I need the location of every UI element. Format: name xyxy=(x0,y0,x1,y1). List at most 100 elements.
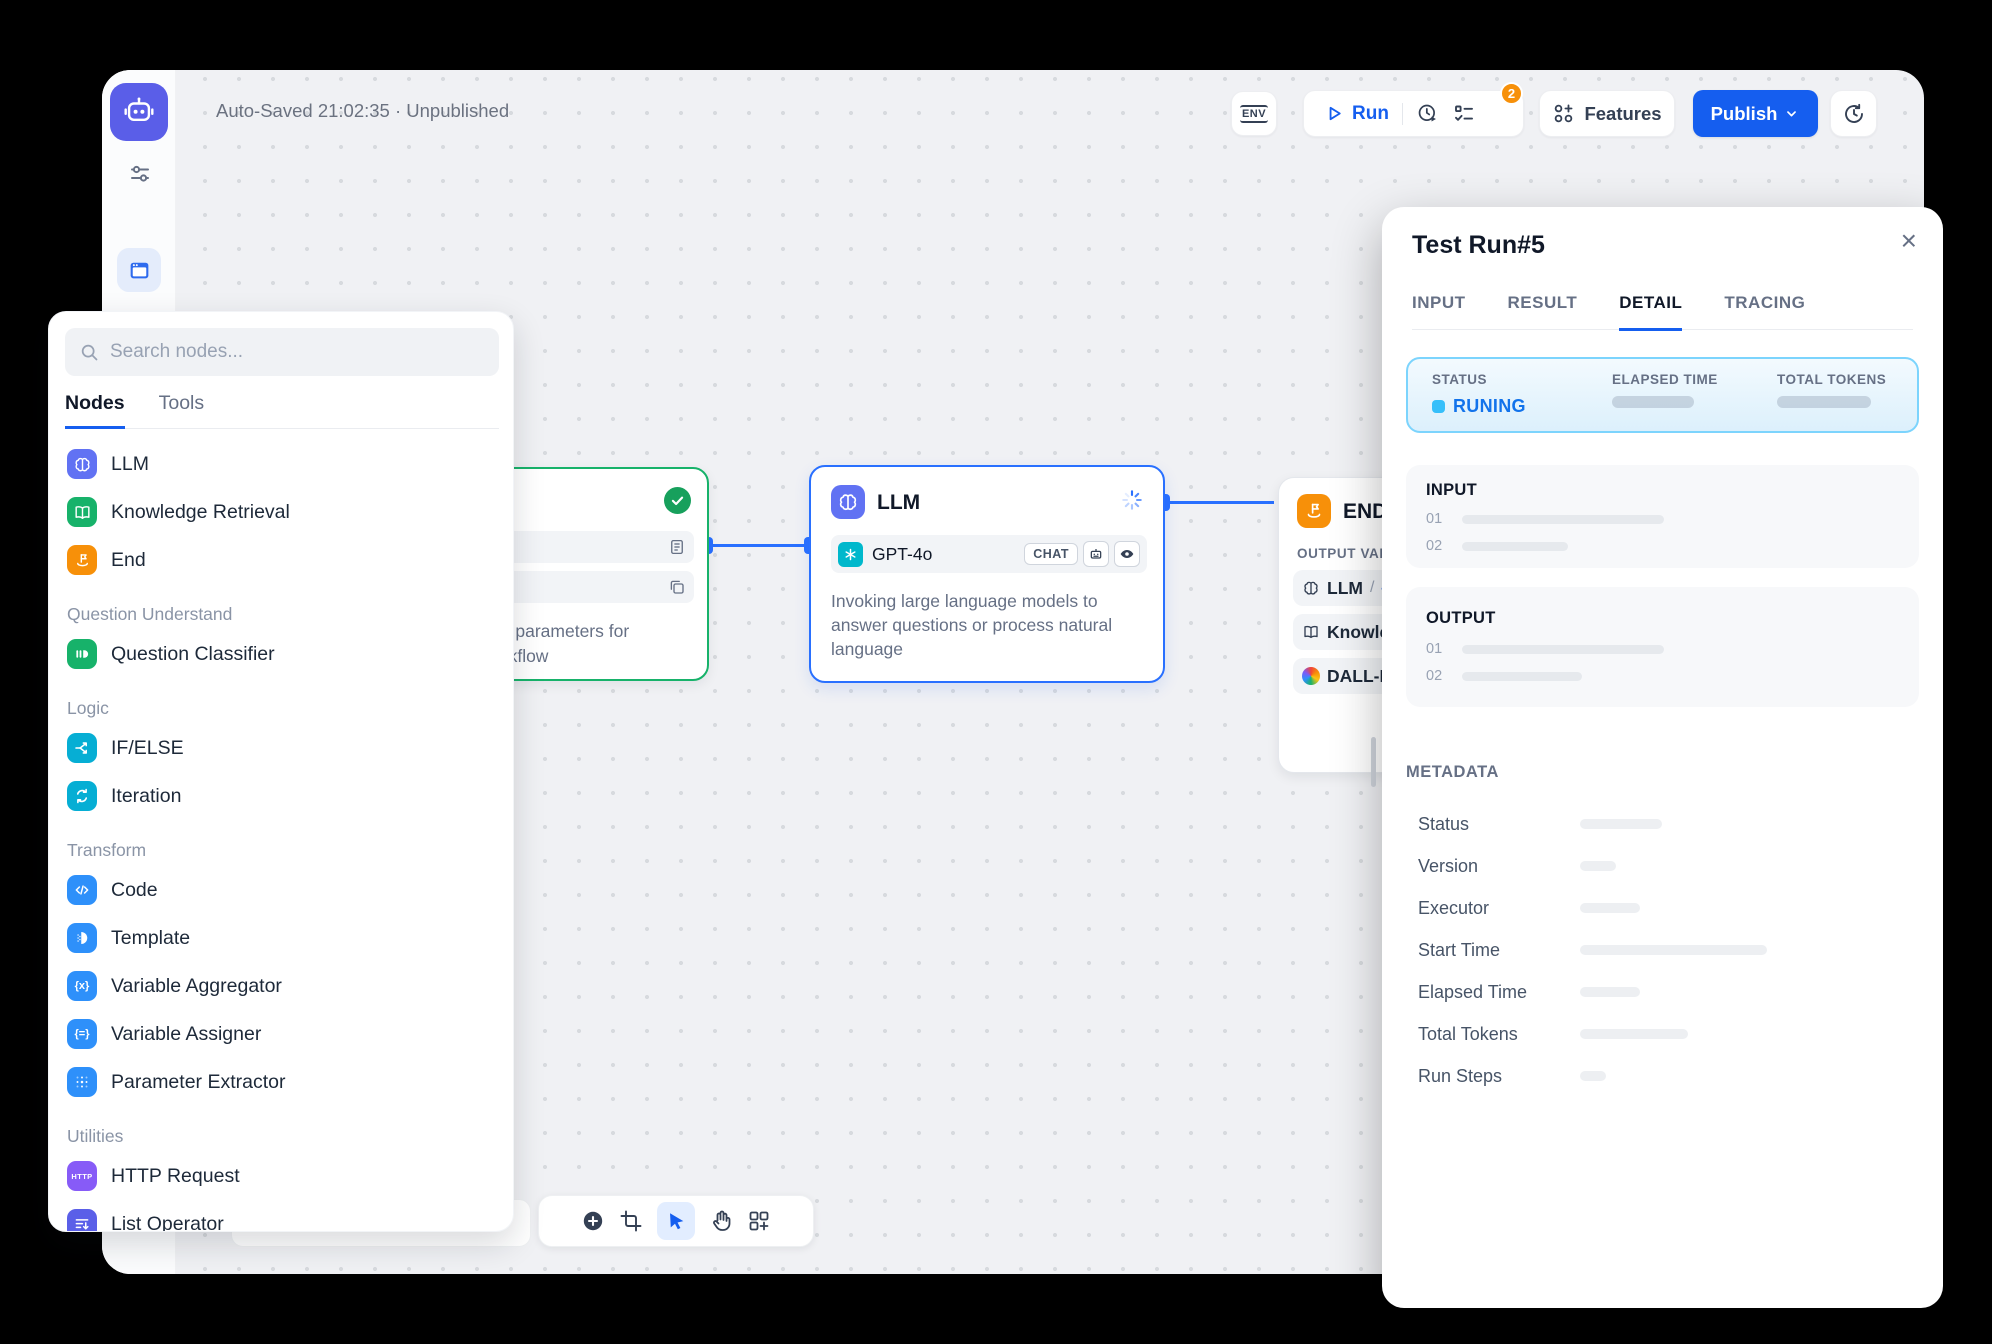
pointer-tool-active[interactable] xyxy=(657,1202,695,1240)
canvas-toolbar xyxy=(538,1195,814,1247)
node-item-code[interactable]: Code xyxy=(49,866,513,914)
search-input[interactable] xyxy=(108,340,485,364)
run-toolbar-group: Run 2 xyxy=(1303,90,1524,137)
metadata-row: Start Time xyxy=(1406,929,1919,971)
loading-spinner-icon xyxy=(1121,489,1143,511)
llm-node-title: LLM xyxy=(877,491,920,515)
row-number: 01 xyxy=(1426,641,1462,657)
close-icon[interactable]: × xyxy=(1901,227,1917,255)
tab-nodes[interactable]: Nodes xyxy=(65,392,125,429)
running-status-dot xyxy=(1432,400,1445,413)
model-name: GPT-4o xyxy=(872,544,932,565)
node-item-if-else[interactable]: IF/ELSE xyxy=(49,724,513,772)
brain-icon xyxy=(1302,579,1320,597)
placeholder-bar xyxy=(1462,645,1664,654)
chevron-down-icon xyxy=(1783,105,1800,122)
node-item-parameter-extractor[interactable]: Parameter Extractor xyxy=(49,1058,513,1106)
run-button[interactable]: Run xyxy=(1352,103,1389,125)
placeholder-bar xyxy=(1580,987,1640,997)
metadata-label: Run Steps xyxy=(1418,1066,1580,1087)
metadata-row: Status xyxy=(1406,803,1919,845)
node-item-knowledge-retrieval[interactable]: Knowledge Retrieval xyxy=(49,488,513,536)
play-icon[interactable] xyxy=(1324,103,1345,124)
vision-eye-icon[interactable] xyxy=(1114,541,1140,567)
placeholder-bar xyxy=(1580,903,1640,913)
app-logo-robot-icon[interactable] xyxy=(110,83,168,141)
book-icon xyxy=(67,497,97,527)
organize-layout-icon[interactable] xyxy=(747,1209,771,1233)
node-item-label: Code xyxy=(111,879,158,902)
node-item-variable-assigner[interactable]: {=} Variable Assigner xyxy=(49,1010,513,1058)
node-item-list-operator[interactable]: List Operator xyxy=(49,1200,513,1232)
tab-tools[interactable]: Tools xyxy=(159,392,205,428)
search-box[interactable] xyxy=(65,328,499,376)
output-card: OUTPUT 01 02 xyxy=(1406,587,1919,707)
node-item-label: List Operator xyxy=(111,1213,224,1233)
node-item-label: Knowledge Retrieval xyxy=(111,501,290,524)
node-search-panel: Nodes Tools LLM Knowledge Retrieval End … xyxy=(48,311,514,1232)
tab-tracing[interactable]: TRACING xyxy=(1724,293,1805,329)
llm-node[interactable]: LLM GPT-4o CHAT Invoking large language … xyxy=(809,465,1165,683)
env-button[interactable]: ENV xyxy=(1231,91,1277,136)
node-item-question-classifier[interactable]: Question Classifier xyxy=(49,630,513,678)
panel-window-icon[interactable] xyxy=(117,248,161,292)
braces-equals-icon: {=} xyxy=(67,1019,97,1049)
placeholder-bar xyxy=(1462,515,1664,524)
section-transform: Transform xyxy=(49,834,513,866)
node-item-http-request[interactable]: HTTP HTTP Request xyxy=(49,1152,513,1200)
node-item-label: Template xyxy=(111,927,190,950)
metadata-label: Start Time xyxy=(1418,940,1580,961)
metadata-label: Executor xyxy=(1418,898,1580,919)
metadata-label: Elapsed Time xyxy=(1418,982,1580,1003)
metadata-row: Total Tokens xyxy=(1406,1013,1919,1055)
brain-icon xyxy=(67,449,97,479)
annotation-crop-icon[interactable] xyxy=(619,1209,643,1233)
placeholder-bar xyxy=(1580,1029,1688,1039)
node-item-variable-aggregator[interactable]: {x} Variable Aggregator xyxy=(49,962,513,1010)
publish-label: Publish xyxy=(1711,103,1778,125)
metadata-row: Version xyxy=(1406,845,1919,887)
node-item-label: Variable Aggregator xyxy=(111,975,282,998)
tab-input[interactable]: INPUT xyxy=(1412,293,1466,329)
llm-node-description: Invoking large language models to answer… xyxy=(831,589,1145,661)
metadata-rows: Status Version Executor Start Time Elaps… xyxy=(1406,803,1919,1097)
elapsed-time-label: ELAPSED TIME xyxy=(1612,372,1777,387)
sliders-icon[interactable] xyxy=(128,162,152,186)
row-number: 02 xyxy=(1426,668,1462,684)
list-filter-icon xyxy=(67,1209,97,1232)
history-button[interactable] xyxy=(1830,90,1877,137)
publish-button[interactable]: Publish xyxy=(1693,90,1818,137)
metadata-label: Total Tokens xyxy=(1418,1024,1580,1045)
tab-detail[interactable]: DETAIL xyxy=(1619,293,1682,331)
robot-badge-icon[interactable] xyxy=(1083,541,1109,567)
checklist-icon[interactable] xyxy=(1452,102,1476,126)
env-icon: ENV xyxy=(1240,105,1268,123)
placeholder-bar xyxy=(1580,861,1616,871)
node-item-llm[interactable]: LLM xyxy=(49,440,513,488)
features-button[interactable]: Features xyxy=(1539,90,1675,137)
split-icon xyxy=(67,733,97,763)
node-item-label: Variable Assigner xyxy=(111,1023,261,1046)
canvas-scrollbar[interactable] xyxy=(1371,737,1376,787)
metadata-row: Run Steps xyxy=(1406,1055,1919,1097)
copy-icon xyxy=(668,578,686,596)
schedule-clock-icon[interactable] xyxy=(1416,102,1439,125)
input-section-title: INPUT xyxy=(1426,481,1899,500)
placeholder-bar xyxy=(1580,945,1767,955)
metadata-title: METADATA xyxy=(1406,763,1499,782)
placeholder-bar xyxy=(1462,542,1568,551)
add-node-button[interactable] xyxy=(581,1209,605,1233)
model-selector[interactable]: GPT-4o CHAT xyxy=(831,535,1147,573)
brain-icon xyxy=(831,485,865,519)
node-item-template[interactable]: Template xyxy=(49,914,513,962)
classifier-icon xyxy=(67,639,97,669)
hand-tool-icon[interactable] xyxy=(709,1209,733,1233)
separator: / xyxy=(1370,579,1374,597)
node-item-end[interactable]: End xyxy=(49,536,513,584)
template-icon xyxy=(67,923,97,953)
node-item-label: HTTP Request xyxy=(111,1165,240,1188)
tab-result[interactable]: RESULT xyxy=(1508,293,1578,329)
input-card: INPUT 01 02 xyxy=(1406,465,1919,568)
metadata-label: Status xyxy=(1418,814,1580,835)
node-item-iteration[interactable]: Iteration xyxy=(49,772,513,820)
